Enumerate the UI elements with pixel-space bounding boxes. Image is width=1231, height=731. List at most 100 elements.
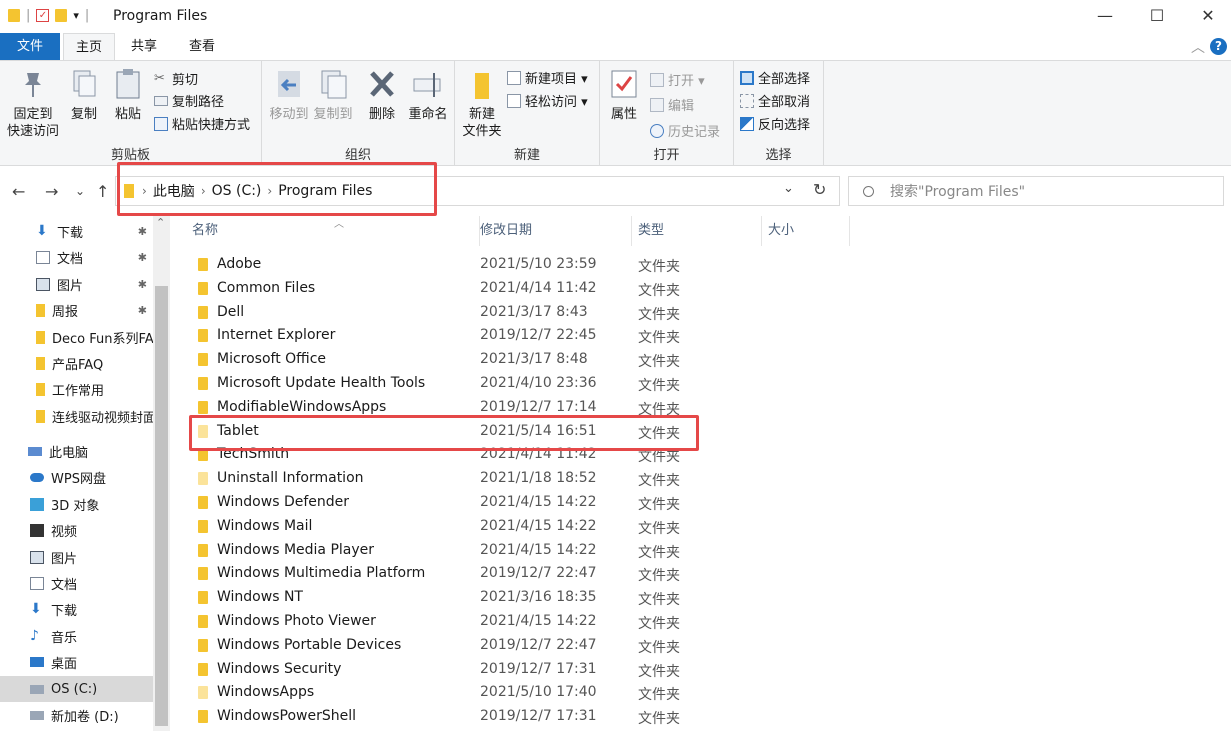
breadcrumb-os-c[interactable]: OS (C:) (212, 183, 262, 199)
table-row[interactable]: Windows NT 2021/3/16 18:35 文件夹 (188, 586, 698, 610)
properties-check-icon[interactable]: ✓ (36, 9, 50, 22)
invert-selection-button[interactable]: 反向选择 (740, 114, 810, 133)
paste-button[interactable]: 粘贴 (108, 67, 148, 123)
table-row[interactable]: WindowsPowerShell 2019/12/7 17:31 文件夹 (188, 705, 698, 729)
delete-icon (370, 71, 394, 97)
sidebar-item[interactable]: Deco Fun系列FA (0, 324, 153, 350)
select-all-button[interactable]: 全部选择 (740, 68, 810, 87)
refresh-button[interactable]: ↻ (813, 180, 826, 199)
minimize-button[interactable]: — (1090, 4, 1120, 28)
sidebar-item[interactable]: 图片 (0, 544, 153, 570)
sidebar-item[interactable]: 视频 (0, 517, 153, 543)
new-folder-icon[interactable] (55, 9, 68, 22)
pin-to-quick-access-button[interactable]: 固定到 快速访问 (4, 67, 62, 140)
close-button[interactable]: ✕ (1193, 4, 1223, 28)
help-icon[interactable]: ? (1210, 38, 1227, 55)
copy-path-button[interactable]: 复制路径 (154, 91, 224, 110)
column-header-type[interactable]: 类型 (628, 216, 762, 246)
sidebar-item-label: 文档 (51, 577, 78, 593)
select-none-button[interactable]: 全部取消 (740, 91, 810, 110)
maximize-button[interactable]: ☐ (1142, 4, 1172, 28)
file-name: Windows Defender (217, 494, 350, 510)
open-button[interactable]: 打开 ▾ (650, 70, 705, 89)
cut-button[interactable]: ✂ 剪切 (154, 69, 198, 88)
table-row[interactable]: Windows Security 2019/12/7 17:31 文件夹 (188, 658, 698, 682)
delete-label: 删除 (368, 107, 395, 122)
tab-file[interactable]: 文件 (0, 33, 60, 60)
breadcrumb-this-pc[interactable]: 此电脑 (153, 181, 195, 201)
sidebar-item[interactable]: 文档 (0, 570, 153, 596)
sidebar-item[interactable]: 3D 对象 (0, 491, 153, 517)
rename-button[interactable]: 重命名 (404, 67, 452, 123)
sidebar-item[interactable]: 桌面 (0, 649, 153, 675)
new-item-button[interactable]: 新建项目 ▾ (507, 68, 588, 87)
table-row[interactable]: Internet Explorer 2019/12/7 22:45 文件夹 (188, 324, 698, 348)
tab-home[interactable]: 主页 (63, 33, 115, 60)
up-button[interactable]: ↑ (96, 182, 109, 201)
move-to-button[interactable]: 移动到 (268, 67, 310, 123)
sidebar-item[interactable]: 周报 ✱ (0, 297, 153, 323)
table-row[interactable]: TechSmith 2021/4/14 11:42 文件夹 (188, 443, 698, 467)
collapse-ribbon-icon[interactable]: ︿ (1191, 37, 1205, 57)
table-row[interactable]: Tablet 2021/5/14 16:51 文件夹 (188, 420, 698, 444)
paste-shortcut-button[interactable]: 粘贴快捷方式 (154, 114, 250, 133)
open-group-label: 打开 (653, 148, 680, 163)
new-folder-button[interactable]: 新建 文件夹 (459, 67, 505, 140)
sidebar-item[interactable]: 新加卷 (D:) (0, 702, 153, 728)
delete-button[interactable]: 删除 (362, 67, 402, 123)
address-dropdown-button[interactable]: ⌄ (783, 181, 794, 196)
tab-view[interactable]: 查看 (179, 33, 225, 60)
table-row[interactable]: Windows Mail 2021/4/15 14:22 文件夹 (188, 515, 698, 539)
sidebar-item[interactable]: OS (C:) (0, 676, 153, 702)
sidebar-item[interactable]: 连线驱动视频封面 (0, 403, 153, 429)
sidebar-item[interactable]: 文档 ✱ (0, 244, 153, 270)
tab-share[interactable]: 共享 (121, 33, 167, 60)
sidebar-item[interactable]: 此电脑 (0, 438, 153, 464)
table-row[interactable]: Windows Defender 2021/4/15 14:22 文件夹 (188, 491, 698, 515)
forward-button[interactable]: → (45, 182, 58, 201)
copy-button[interactable]: 复制 (66, 67, 102, 123)
table-row[interactable]: Windows Multimedia Platform 2019/12/7 22:… (188, 562, 698, 586)
table-row[interactable]: Windows Portable Devices 2019/12/7 22:47 文… (188, 634, 698, 658)
scissors-icon: ✂ (154, 70, 165, 86)
column-header-size[interactable]: 大小 (758, 216, 850, 246)
sidebar-item[interactable]: ⬇ 下载 ✱ (0, 218, 153, 244)
table-row[interactable]: ModifiableWindowsApps 2019/12/7 17:14 文件夹 (188, 396, 698, 420)
table-row[interactable]: Dell 2021/3/17 8:43 文件夹 (188, 301, 698, 325)
drive-icon (30, 684, 44, 694)
table-row[interactable]: Microsoft Office 2021/3/17 8:48 文件夹 (188, 348, 698, 372)
folder-icon (36, 356, 45, 370)
sidebar-item[interactable]: WPS网盘 (0, 464, 153, 490)
easy-access-button[interactable]: 轻松访问 ▾ (507, 91, 588, 110)
search-input[interactable]: 搜索"Program Files" (848, 176, 1224, 206)
table-row[interactable]: Microsoft Update Health Tools 2021/4/10 2… (188, 372, 698, 396)
edit-button[interactable]: 编辑 (650, 95, 694, 114)
copy-to-button[interactable]: 复制到 (312, 67, 354, 123)
properties-button[interactable]: 属性 (606, 67, 642, 123)
table-row[interactable]: Adobe 2021/5/10 23:59 文件夹 (188, 253, 698, 277)
table-row[interactable]: Common Files 2021/4/14 11:42 文件夹 (188, 277, 698, 301)
file-name: Microsoft Office (217, 351, 327, 368)
table-row[interactable]: Uninstall Information 2021/1/18 18:52 文件夹 (188, 467, 698, 491)
sidebar-item[interactable]: 工作常用 (0, 376, 153, 402)
address-input[interactable]: › 此电脑 › OS (C:) › Program Files ⌄ ↻ (115, 176, 840, 206)
recent-locations-button[interactable]: ⌄ (75, 184, 85, 198)
sidebar-item[interactable]: 图片 ✱ (0, 271, 153, 297)
scroll-up-icon[interactable]: ⌃ (156, 216, 165, 229)
breadcrumb-program-files[interactable]: Program Files (278, 183, 372, 199)
table-row[interactable]: Windows Photo Viewer 2021/4/15 14:22 文件夹 (188, 610, 698, 634)
customize-quick-access-button[interactable]: ▾ (73, 9, 79, 22)
sidebar-scrollbar[interactable]: ⌃ (153, 216, 170, 731)
table-row[interactable]: WindowsApps 2021/5/10 17:40 文件夹 (188, 681, 698, 705)
column-header-name[interactable]: 名称 ︿ (182, 216, 480, 246)
history-button[interactable]: 历史记录 (650, 121, 720, 140)
column-header-date[interactable]: 修改日期 (470, 216, 632, 246)
sidebar-scrollbar-thumb[interactable] (155, 286, 168, 726)
history-label: 历史记录 (668, 125, 721, 140)
table-row[interactable]: Windows Media Player 2021/4/15 14:22 文件夹 (188, 539, 698, 563)
history-icon (650, 123, 664, 138)
back-button[interactable]: ← (12, 182, 25, 201)
sidebar-item[interactable]: 产品FAQ (0, 350, 153, 376)
sidebar-item[interactable]: ♪ 音乐 (0, 623, 153, 649)
sidebar-item[interactable]: ⬇ 下载 (0, 596, 153, 622)
